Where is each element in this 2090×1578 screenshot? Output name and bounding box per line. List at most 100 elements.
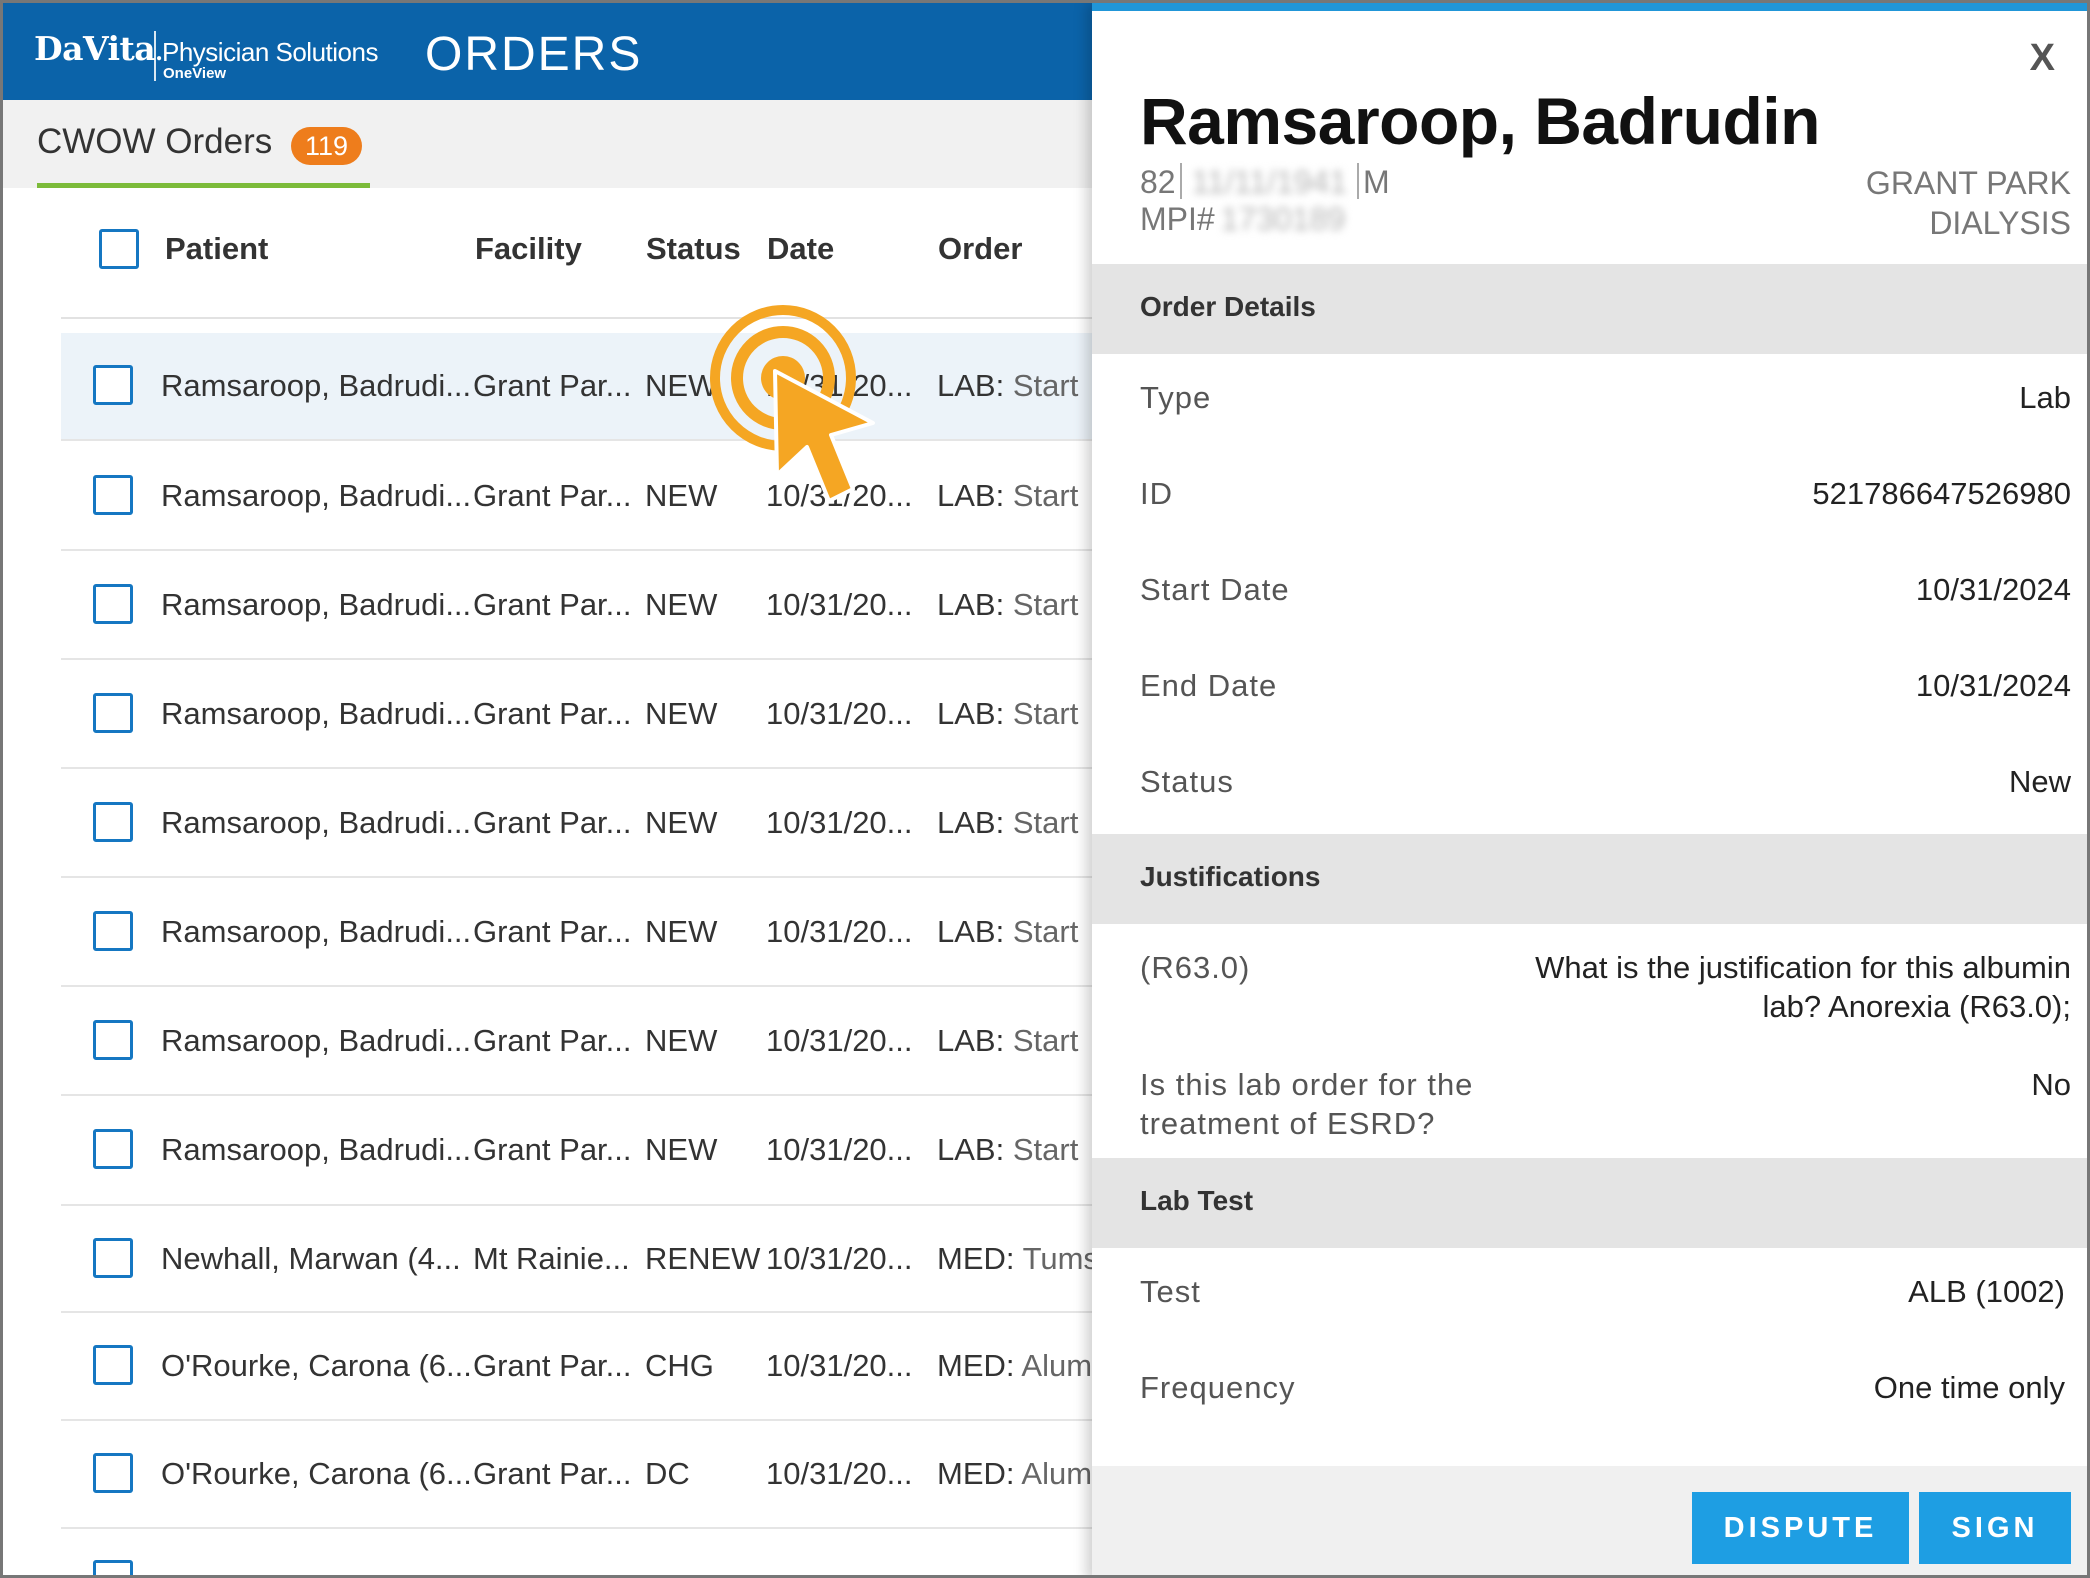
patient-demographics: 82 11/11/1941 M xyxy=(1140,163,1390,201)
order-type: LAB: xyxy=(937,368,1005,403)
detail-label: Start Date xyxy=(1140,572,1290,607)
cell-patient: O'Rourke, Carona (6... xyxy=(161,1348,472,1383)
row-checkbox[interactable] xyxy=(93,584,133,624)
row-checkbox[interactable] xyxy=(93,1453,133,1493)
column-header-order[interactable]: Order xyxy=(938,231,1022,267)
row-checkbox[interactable] xyxy=(93,1345,133,1385)
patient-name: Ramsaroop, Badrudin xyxy=(1140,84,1820,158)
order-description: Start xyxy=(1012,1132,1079,1167)
row-checkbox[interactable] xyxy=(93,1129,133,1169)
table-row[interactable]: Ramsaroop, Badrudi... Grant Par... NEW 10/3… xyxy=(61,442,1092,551)
top-header: DaVita. Physician Solutions OneView ORDE… xyxy=(3,3,1092,100)
column-header-status[interactable]: Status xyxy=(646,231,741,267)
column-header-date[interactable]: Date xyxy=(767,231,834,267)
cell-status: NEW xyxy=(645,696,718,731)
row-checkbox[interactable] xyxy=(93,911,133,951)
davita-logo: DaVita. xyxy=(34,29,163,68)
justification-text-line-1: What is the justification for this album… xyxy=(1535,950,2071,985)
page-title: ORDERS xyxy=(425,28,643,81)
tab-bar: CWOW Orders 119 xyxy=(3,100,1092,188)
cell-status: NEW xyxy=(645,914,718,949)
section-justifications: Justifications xyxy=(1092,834,2087,924)
row-checkbox[interactable] xyxy=(93,693,133,733)
cell-patient: Ramsaroop, Badrudi... xyxy=(161,696,472,731)
table-row[interactable]: Newhall, Marwan (4... Mt Rainie... RENEW 10… xyxy=(61,1206,1092,1313)
detail-value: What is the justification for this album… xyxy=(1535,948,2071,1026)
detail-row-status: Status New xyxy=(1092,738,2087,834)
detail-value: ALB (1002) xyxy=(1908,1274,2065,1309)
cell-order: LAB: Start xyxy=(937,696,1092,732)
cell-order: MED: Tums xyxy=(937,1241,1092,1277)
tab-cwow-orders[interactable]: CWOW Orders 119 xyxy=(37,100,370,188)
sign-button[interactable]: SIGN xyxy=(1919,1492,2071,1564)
cell-patient: Newhall, Marwan (4... xyxy=(161,1241,461,1276)
table-row[interactable]: Ramsaroop, Badrudi... Grant Par... NEW 10/3… xyxy=(61,551,1092,660)
row-checkbox[interactable] xyxy=(93,802,133,842)
dispute-button[interactable]: DISPUTE xyxy=(1692,1492,1909,1564)
order-description: Alum xyxy=(1021,1348,1092,1383)
row-checkbox[interactable] xyxy=(93,1560,133,1575)
cell-patient: Ramsaroop, Badrudi... xyxy=(161,368,472,403)
cell-order: LAB: Start xyxy=(937,1132,1092,1168)
table-row[interactable] xyxy=(61,1540,1092,1575)
facility-line-2: DIALYSIS xyxy=(1929,205,2071,241)
tab-label: CWOW Orders xyxy=(37,122,273,161)
order-type: LAB: xyxy=(937,696,1005,731)
section-title: Order Details xyxy=(1140,291,1316,322)
section-order-details: Order Details xyxy=(1092,264,2087,354)
panel-footer: DISPUTE SIGN xyxy=(1092,1466,2087,1575)
cell-facility: Grant Par... xyxy=(473,1456,632,1491)
detail-value: One time only xyxy=(1873,1370,2065,1405)
row-checkbox[interactable] xyxy=(93,1020,133,1060)
detail-value: Lab xyxy=(2019,380,2071,415)
table-row[interactable]: Ramsaroop, Badrudi... Grant Par... NEW 10/3… xyxy=(61,987,1092,1096)
facility-name: GRANT PARK DIALYSIS xyxy=(1866,163,2071,243)
cell-status: RENEW xyxy=(645,1241,761,1276)
row-checkbox[interactable] xyxy=(93,475,133,515)
cell-facility: Grant Par... xyxy=(473,696,632,731)
table-row[interactable]: Ramsaroop, Badrudi... Grant Par... NEW 10/3… xyxy=(61,660,1092,769)
cell-order: LAB: Start xyxy=(937,587,1092,623)
table-row[interactable]: Ramsaroop, Badrudi... Grant Par... NEW 10/3… xyxy=(61,769,1092,878)
order-type: LAB: xyxy=(937,587,1005,622)
table-row[interactable]: O'Rourke, Carona (6... Grant Par... CHG 10/… xyxy=(61,1313,1092,1421)
order-type: LAB: xyxy=(937,478,1005,513)
order-description: Start xyxy=(1012,587,1079,622)
detail-row-test: Test ALB (1002) xyxy=(1092,1248,2087,1344)
patient-sex: M xyxy=(1363,164,1390,200)
cell-patient: O'Rourke, Carona (6... xyxy=(161,1456,472,1491)
row-checkbox[interactable] xyxy=(93,365,133,405)
order-type: MED: xyxy=(937,1456,1015,1491)
order-type: LAB: xyxy=(937,914,1005,949)
cell-order: MED: Alum xyxy=(937,1456,1092,1492)
facility-line-1: GRANT PARK xyxy=(1865,165,2071,201)
column-header-patient[interactable]: Patient xyxy=(165,231,268,267)
column-header-facility[interactable]: Facility xyxy=(475,231,582,267)
patient-mpi: MPI# 1730189 xyxy=(1140,201,1351,238)
detail-row-end-date: End Date 10/31/2024 xyxy=(1092,642,2087,738)
detail-label: Type xyxy=(1140,380,1212,415)
select-all-checkbox[interactable] xyxy=(99,229,139,269)
cell-facility: Mt Rainie... xyxy=(473,1241,630,1276)
cell-date: 10/31/20... xyxy=(766,1241,913,1276)
section-title: Justifications xyxy=(1140,861,1321,892)
app-window: DaVita. Physician Solutions OneView ORDE… xyxy=(0,0,2090,1578)
close-button[interactable]: X xyxy=(2030,37,2055,80)
table-row[interactable]: Ramsaroop, Badrudi... Grant Par... NEW 10/3… xyxy=(61,1096,1092,1206)
order-description: Start xyxy=(1012,696,1079,731)
order-type: MED: xyxy=(937,1241,1015,1276)
table-row[interactable]: O'Rourke, Carona (6... Grant Par... DC 10/3… xyxy=(61,1421,1092,1529)
table-row[interactable]: Ramsaroop, Badrudi... Grant Par... NEW 10/3… xyxy=(61,878,1092,987)
cell-date: 10/31/20... xyxy=(766,696,913,731)
order-detail-panel: X Ramsaroop, Badrudin 82 11/11/1941 M MPI#… xyxy=(1092,3,2087,1575)
orders-list-pane: DaVita. Physician Solutions OneView ORDE… xyxy=(3,3,1092,1575)
cell-patient: Ramsaroop, Badrudi... xyxy=(161,1023,472,1058)
row-checkbox[interactable] xyxy=(93,1238,133,1278)
cell-status: DC xyxy=(645,1456,690,1491)
table-row[interactable]: Ramsaroop, Badrudi... Grant Par... NEW 10/3… xyxy=(61,333,1092,441)
product-name: Physician Solutions xyxy=(162,37,378,67)
mpi-value: 1730189 xyxy=(1220,201,1346,237)
order-description: Alum xyxy=(1021,1456,1092,1491)
detail-label: Is this lab order for the treatment of E… xyxy=(1140,1065,1473,1143)
order-count-badge: 119 xyxy=(291,127,363,165)
